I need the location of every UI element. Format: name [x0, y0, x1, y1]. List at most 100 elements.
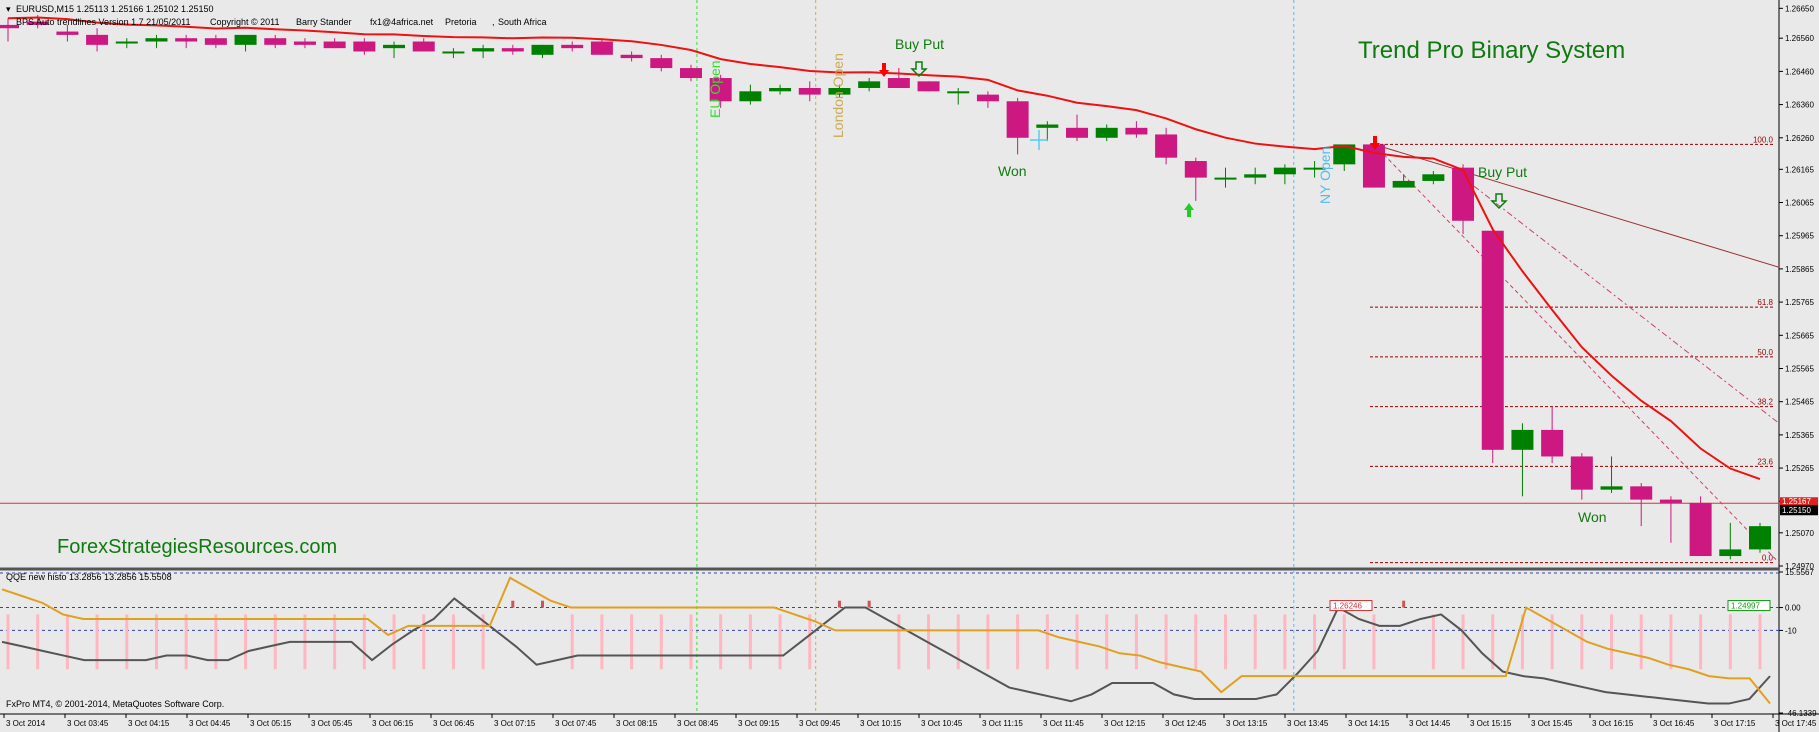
bear-candle: [1659, 499, 1682, 503]
bear-candle: [353, 41, 376, 52]
copyright-text: Copyright © 2011: [210, 17, 280, 27]
bear-candle: [1689, 502, 1712, 557]
qqe-indicator-label: QQE new histo 13.2856 13.2856 15.5508: [6, 572, 172, 582]
time-tick-label: 3 Oct 14:45: [1409, 719, 1451, 728]
bear-candle: [1570, 456, 1593, 490]
time-tick-label: 3 Oct 04:15: [128, 719, 170, 728]
bull-candle: [739, 91, 762, 102]
bull-candle: [145, 38, 168, 42]
time-tick-label: 3 Oct 06:15: [372, 719, 414, 728]
current-price-label: 1.25150: [1782, 506, 1811, 515]
time-tick-label: 3 Oct 2014: [6, 719, 46, 728]
time-tick-label: 3 Oct 16:45: [1653, 719, 1695, 728]
price-flag-label: 1.26246: [1333, 602, 1362, 611]
time-tick-label: 3 Oct 15:45: [1531, 719, 1573, 728]
indicator-tick-label: 0.00: [1785, 604, 1801, 613]
fib-level-label: 0.0: [1762, 554, 1774, 563]
price-tick-label: 1.26065: [1785, 199, 1814, 208]
bull-candle: [1273, 167, 1296, 175]
price-tick-label: 1.26165: [1785, 165, 1814, 174]
chart-background: [0, 0, 1819, 732]
buy-put-label-2: Buy Put: [1478, 164, 1527, 180]
bull-candle: [1719, 549, 1742, 557]
price-tick-label: 1.26260: [1785, 134, 1814, 143]
bear-candle: [620, 54, 643, 59]
indicator-tick-label: -10: [1785, 626, 1797, 635]
bear-candle: [976, 94, 999, 102]
time-tick-label: 3 Oct 17:45: [1775, 719, 1817, 728]
bear-candle: [1630, 486, 1653, 500]
indicator-version: BPS Auto trendlines Version 1.7 21/05/20…: [16, 17, 190, 27]
bear-candle: [175, 38, 198, 42]
price-tick-label: 1.25070: [1785, 529, 1814, 538]
bear-candle: [1066, 127, 1089, 138]
time-tick-label: 3 Oct 07:45: [555, 719, 597, 728]
price-flag-label: 1.24997: [1731, 602, 1760, 611]
ny-open-label: NY Open: [1317, 147, 1333, 204]
author-email: fx1@4africa.net: [370, 17, 434, 27]
bear-candle: [501, 48, 524, 52]
bull-candle: [1749, 526, 1771, 550]
time-tick-label: 3 Oct 08:45: [677, 719, 719, 728]
time-tick-label: 3 Oct 05:45: [311, 719, 353, 728]
author-name: Barry Stander: [296, 17, 352, 27]
time-tick-label: 3 Oct 16:15: [1592, 719, 1634, 728]
time-tick-label: 3 Oct 15:15: [1470, 719, 1512, 728]
time-tick-label: 3 Oct 04:45: [189, 719, 231, 728]
time-tick-label: 3 Oct 12:15: [1104, 719, 1146, 728]
bear-candle: [1541, 429, 1564, 457]
bear-candle: [887, 78, 910, 88]
time-tick-label: 3 Oct 14:15: [1348, 719, 1390, 728]
bear-candle: [1006, 101, 1029, 138]
website-title: ForexStrategiesResources.com: [57, 536, 337, 558]
bull-candle: [1244, 174, 1267, 178]
fib-level-label: 50.0: [1757, 348, 1773, 357]
price-tick-label: 1.25665: [1785, 331, 1814, 340]
bear-candle: [323, 41, 346, 49]
symbol-info: EURUSD,M15 1.25113 1.25166 1.25102 1.251…: [16, 4, 213, 14]
time-tick-label: 3 Oct 13:15: [1226, 719, 1268, 728]
bull-candle: [115, 41, 138, 44]
bear-candle: [679, 68, 702, 79]
bear-candle: [798, 87, 821, 95]
price-tick-label: 1.26650: [1785, 4, 1814, 13]
bear-candle: [1125, 127, 1148, 135]
bull-candle: [442, 51, 465, 54]
price-tick-label: 1.25765: [1785, 298, 1814, 307]
trading-chart: 100.061.850.038.223.60.0 1.26246 1.24997 …: [0, 0, 1819, 732]
bear-candle: [264, 38, 287, 45]
bear-candle: [86, 34, 109, 45]
price-tick-label: 1.25865: [1785, 265, 1814, 274]
bear-candle: [917, 81, 940, 92]
price-tick-label: 1.25365: [1785, 431, 1814, 440]
time-tick-label: 3 Oct 11:15: [982, 719, 1023, 728]
bull-candle: [234, 34, 257, 45]
bear-candle: [1481, 230, 1504, 450]
fib-level-label: 100.0: [1753, 135, 1774, 144]
price-tick-label: 1.25465: [1785, 398, 1814, 407]
bull-candle: [1095, 127, 1118, 138]
eu-open-label: EU Open: [707, 60, 723, 118]
fib-level-label: 61.8: [1757, 298, 1773, 307]
menu-triangle-icon[interactable]: ▾: [6, 4, 11, 14]
time-tick-label: 3 Oct 10:45: [921, 719, 963, 728]
hidden-price-tag-label: 1.25167: [1782, 497, 1811, 506]
bull-candle: [1392, 180, 1415, 188]
bull-candle: [531, 44, 554, 55]
time-tick-label: 3 Oct 05:15: [250, 719, 292, 728]
bear-candle: [204, 38, 227, 45]
author-country: South Africa: [498, 17, 547, 27]
time-tick-label: 3 Oct 09:15: [738, 719, 780, 728]
indicator-tick-label: -46.1339: [1785, 709, 1817, 718]
price-tick-label: 1.25965: [1785, 232, 1814, 241]
bear-candle: [590, 41, 613, 55]
bull-candle: [769, 87, 792, 92]
time-tick-label: 3 Oct 10:15: [860, 719, 902, 728]
price-tick-label: 1.26360: [1785, 101, 1814, 110]
time-tick-label: 3 Oct 07:15: [494, 719, 536, 728]
author-city: Pretoria: [445, 17, 477, 27]
bull-candle: [1422, 174, 1445, 181]
time-tick-label: 3 Oct 17:15: [1714, 719, 1756, 728]
bull-candle: [1214, 177, 1237, 180]
separator-comma: ,: [492, 17, 495, 27]
